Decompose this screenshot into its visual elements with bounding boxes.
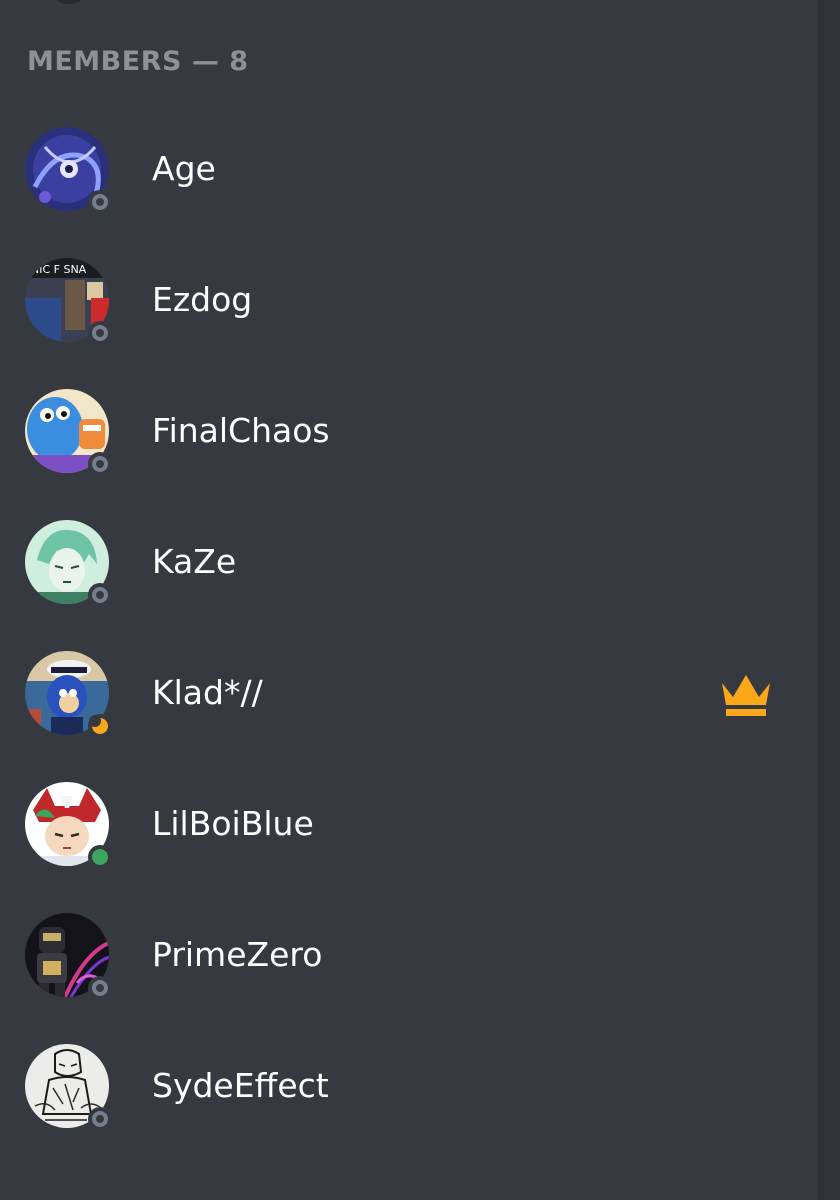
member-row-sydeeffect[interactable]: SydeEffect (0, 1044, 818, 1164)
member-name: PrimeZero (152, 935, 323, 974)
idle-status-icon (88, 714, 112, 738)
crown-icon (718, 671, 774, 717)
member-name: Ezdog (152, 280, 253, 319)
member-row-primezero[interactable]: PrimeZero (0, 913, 818, 1033)
member-name: SydeEffect (152, 1066, 329, 1105)
member-name: Age (152, 149, 216, 188)
member-row-lilboiblue[interactable]: LilBoiBlue (0, 782, 818, 902)
member-row-klad[interactable]: Klad*// (0, 651, 818, 771)
online-status-icon (88, 845, 112, 869)
offline-status-icon (88, 190, 112, 214)
svg-text:NIC F SNA: NIC F SNA (31, 263, 87, 276)
member-row-age[interactable]: Age (0, 127, 818, 247)
scrollbar-track[interactable] (818, 0, 840, 1200)
member-list-panel: MEMBERS — 8 Age NIC F SNA Ezdog FinalCha… (0, 0, 818, 1200)
offline-status-icon (88, 452, 112, 476)
member-name: Klad*// (152, 673, 263, 712)
member-row-finalchaos[interactable]: FinalChaos (0, 389, 818, 509)
member-name: KaZe (152, 542, 237, 581)
offline-status-icon (88, 583, 112, 607)
offline-status-icon (88, 976, 112, 1000)
offline-status-icon (88, 321, 112, 345)
offline-status-icon (88, 1107, 112, 1131)
member-name: LilBoiBlue (152, 804, 314, 843)
previous-item-remnant (54, 0, 84, 4)
members-header: MEMBERS — 8 (27, 46, 249, 77)
member-row-ezdog[interactable]: NIC F SNA Ezdog (0, 258, 818, 378)
member-name: FinalChaos (152, 411, 330, 450)
member-row-kaze[interactable]: KaZe (0, 520, 818, 640)
